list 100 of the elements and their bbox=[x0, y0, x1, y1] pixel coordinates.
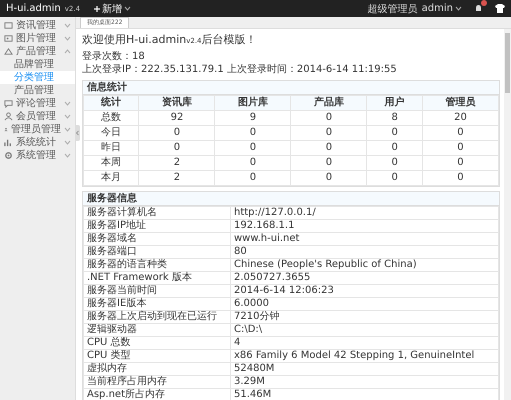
panel-title: 服务器信息 bbox=[83, 192, 499, 206]
table-cell: 6.0000 bbox=[230, 298, 498, 310]
table-cell: 服务器IP地址 bbox=[84, 220, 230, 232]
table-cell: C:\D:\ bbox=[230, 324, 498, 336]
chevron-down-icon bbox=[64, 153, 71, 158]
table-cell: 0 bbox=[422, 126, 498, 140]
table-cell: 0 bbox=[290, 140, 367, 156]
sidebar-item[interactable]: 评论管理 bbox=[0, 97, 75, 110]
column-header: 资讯库 bbox=[138, 96, 215, 110]
table-cell: x86 Family 6 Model 42 Stepping 1, GenuineIntel bbox=[230, 350, 498, 362]
user-icon bbox=[4, 112, 13, 121]
table-cell: 2014-6-14 12:06:23 bbox=[230, 284, 498, 298]
table-cell: 8 bbox=[366, 110, 422, 126]
table-cell: 本月 bbox=[84, 170, 139, 186]
comment-icon bbox=[4, 99, 13, 108]
table-cell: 服务器IE版本 bbox=[84, 298, 230, 310]
logo[interactable]: H-ui.admin bbox=[6, 3, 61, 14]
chevron-down-icon bbox=[64, 140, 71, 145]
table-cell: 当前程序占用内存 bbox=[84, 376, 230, 388]
table-cell: 总数 bbox=[84, 110, 139, 126]
table-cell: 本周 bbox=[84, 156, 139, 170]
table-cell: 3.29M bbox=[230, 376, 498, 388]
scrollbar[interactable] bbox=[504, 29, 511, 400]
sidebar-subitem[interactable]: 品牌管理 bbox=[0, 58, 75, 71]
table-cell: 7210分钟 bbox=[230, 310, 498, 324]
table-cell: 0 bbox=[422, 140, 498, 156]
last-login-info: 上次登录IP：222.35.131.79.1 上次登录时间：2014-6-14 11:19:55 bbox=[82, 64, 398, 76]
table-cell: CPU 类型 bbox=[84, 350, 230, 362]
table-cell: 0 bbox=[138, 140, 215, 156]
table-cell: 今日 bbox=[84, 126, 139, 140]
chevron-down-icon bbox=[64, 23, 71, 28]
table-cell: 20 bbox=[422, 110, 498, 126]
chevron-up-icon bbox=[64, 49, 71, 54]
table-cell: 92 bbox=[138, 110, 215, 126]
table-cell: 0 bbox=[214, 170, 291, 186]
table-cell: 昨日 bbox=[84, 140, 139, 156]
table-cell: 服务器计算机名 bbox=[84, 206, 230, 220]
sidebar-item[interactable]: 资讯管理 bbox=[0, 19, 75, 32]
table-cell: CPU 总数 bbox=[84, 336, 230, 350]
chevron-down-icon bbox=[64, 36, 71, 41]
caret-icon bbox=[455, 6, 462, 11]
table-cell: Asp.net所占内存 bbox=[84, 388, 230, 400]
column-header: 用户 bbox=[366, 96, 422, 110]
user-role: 超级管理员 bbox=[368, 2, 418, 16]
table-cell: 52480M bbox=[230, 362, 498, 376]
login-count: 登录次数：18 bbox=[82, 51, 146, 63]
table-cell: Chinese (People's Republic of China) bbox=[230, 258, 498, 272]
chevron-down-icon bbox=[64, 127, 71, 132]
table-cell: 服务器上次启动到现在已运行 bbox=[84, 310, 230, 324]
sidebar-item[interactable]: 管理员管理 bbox=[0, 123, 75, 136]
column-header: 产品库 bbox=[290, 96, 367, 110]
gear-icon bbox=[4, 151, 13, 160]
caret-icon bbox=[124, 6, 132, 11]
table-cell: 0 bbox=[290, 110, 367, 126]
document-icon bbox=[4, 21, 13, 30]
table-cell: 0 bbox=[422, 170, 498, 186]
table-cell: 0 bbox=[214, 140, 291, 156]
user-menu[interactable]: admin bbox=[422, 3, 462, 14]
chevron-down-icon bbox=[64, 101, 71, 106]
table-cell: www.h-ui.net bbox=[230, 232, 498, 246]
sidebar-item[interactable]: 产品管理 bbox=[0, 45, 75, 58]
notification-badge bbox=[481, 0, 487, 6]
table-cell: 4 bbox=[230, 336, 498, 350]
table-cell: 2 bbox=[138, 156, 215, 170]
triangle-icon bbox=[4, 47, 13, 56]
scrollbar-thumb[interactable] bbox=[505, 33, 510, 93]
sidebar-subitem[interactable]: 产品管理 bbox=[0, 84, 75, 97]
table-cell: 0 bbox=[290, 170, 367, 186]
collapse-handle[interactable] bbox=[75, 125, 80, 141]
table-cell: http://127.0.0.1/ bbox=[230, 206, 498, 220]
table-cell: 0 bbox=[290, 156, 367, 170]
table-cell: 服务器当前时间 bbox=[84, 284, 230, 298]
table-cell: 虚拟内存 bbox=[84, 362, 230, 376]
table-cell: 0 bbox=[214, 126, 291, 140]
table-cell: 0 bbox=[290, 126, 367, 140]
chevron-down-icon bbox=[64, 114, 71, 119]
shirt-icon[interactable] bbox=[495, 4, 505, 13]
table-cell: 0 bbox=[366, 140, 422, 156]
sidebar-item[interactable]: 系统管理 bbox=[0, 149, 75, 162]
table-cell: 服务器端口 bbox=[84, 246, 230, 258]
table-cell: 0 bbox=[366, 126, 422, 140]
sidebar-subitem[interactable]: 分类管理 bbox=[0, 71, 75, 84]
table-cell: 80 bbox=[230, 246, 498, 258]
column-header: 统计 bbox=[84, 96, 139, 110]
picture-icon bbox=[4, 34, 13, 43]
add-menu[interactable]: 新增 bbox=[94, 2, 132, 16]
table-cell: 2.050727.3655 bbox=[230, 272, 498, 284]
sidebar-item[interactable]: 图片管理 bbox=[0, 32, 75, 45]
sidebar-item[interactable]: 系统统计 bbox=[0, 136, 75, 149]
table-cell: 服务器的语言种类 bbox=[84, 258, 230, 272]
table-cell: 0 bbox=[138, 126, 215, 140]
table-cell: 0 bbox=[366, 156, 422, 170]
panel-title: 信息统计 bbox=[83, 81, 499, 95]
column-header: 管理员 bbox=[422, 96, 498, 110]
table-cell: 0 bbox=[366, 170, 422, 186]
sidebar-item[interactable]: 会员管理 bbox=[0, 110, 75, 123]
bell-icon[interactable] bbox=[474, 4, 483, 13]
table-cell: 192.168.1.1 bbox=[230, 220, 498, 232]
table-cell: 服务器域名 bbox=[84, 232, 230, 246]
table-cell: 逻辑驱动器 bbox=[84, 324, 230, 336]
